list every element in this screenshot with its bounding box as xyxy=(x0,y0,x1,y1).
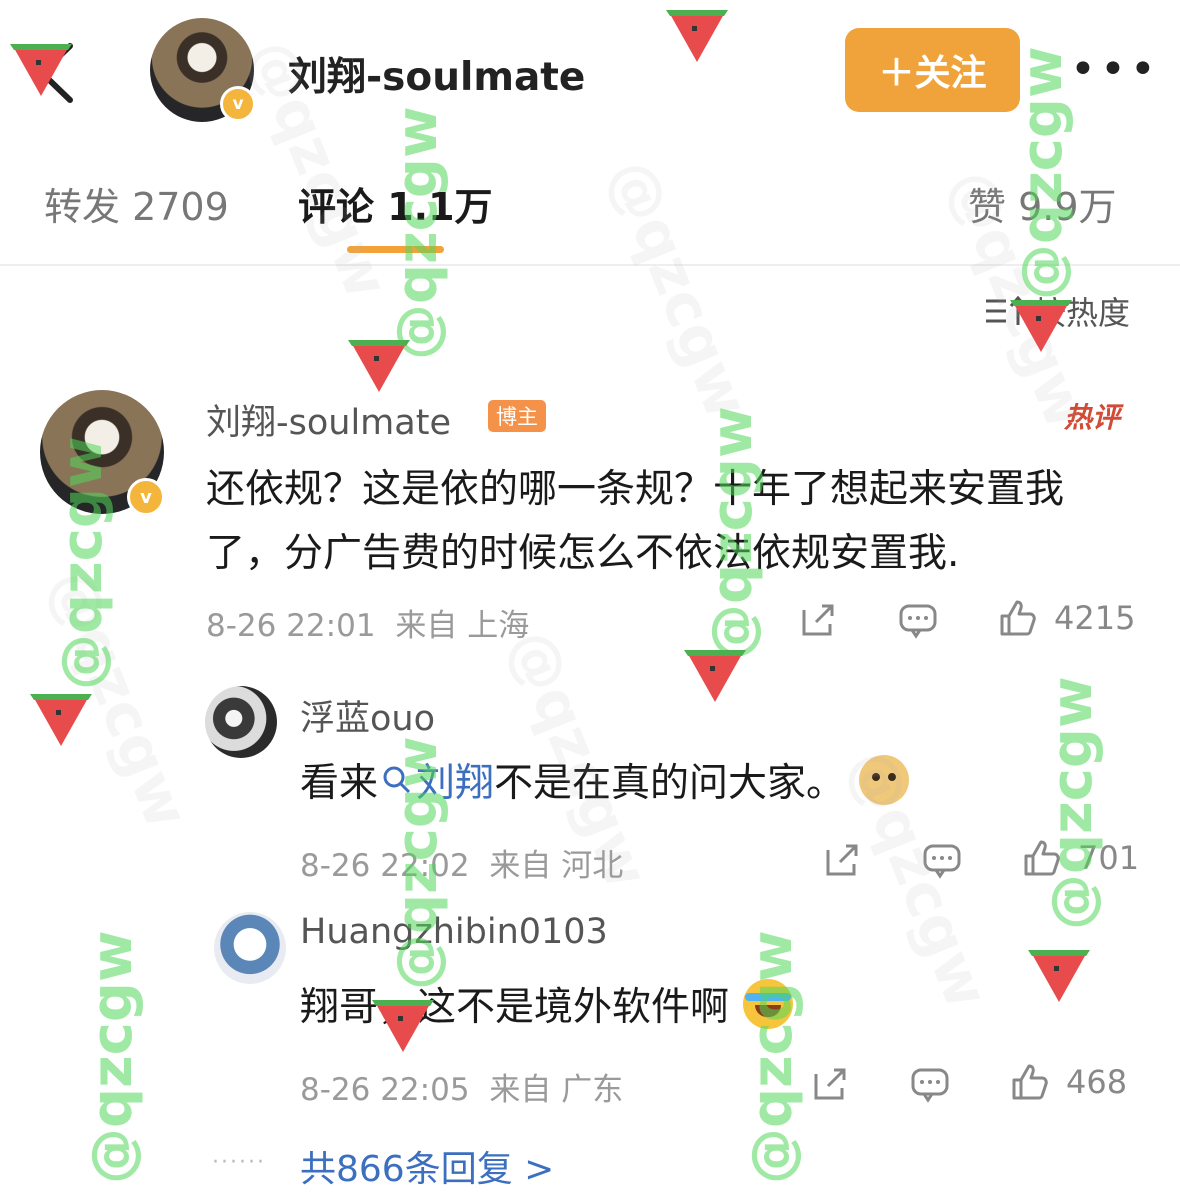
like-count: 4215 xyxy=(1054,599,1136,637)
share-icon xyxy=(826,844,858,876)
comment-icon xyxy=(899,604,937,639)
account-name[interactable]: 刘翔-soulmate xyxy=(288,46,585,102)
like-count: 701 xyxy=(1078,839,1140,877)
watermelon-icon xyxy=(684,650,746,702)
reply-location: 来自 河北 xyxy=(489,848,624,884)
reply-author[interactable]: 浮蓝ouo xyxy=(300,690,435,741)
reply-text: 看来 刘翔 不是在真的问大家。 xyxy=(300,752,910,808)
comment-text: 还依规？这是依的哪一条规？十年了想起来安置我了，分广告费的时候怎么不依法依规安置… xyxy=(206,467,1065,576)
reply-text-start: 看来 xyxy=(300,761,379,806)
watermark-text: @qzcgw xyxy=(595,150,762,429)
watermark-text: @qzcgw xyxy=(740,930,805,1184)
share-icon xyxy=(802,604,834,636)
share-button[interactable] xyxy=(810,1064,850,1108)
mention-text: 刘翔 xyxy=(416,761,495,806)
comment-author[interactable]: 刘翔-soulmate xyxy=(206,394,451,445)
laughing-crying-emoji-icon xyxy=(743,979,794,1029)
active-tab-indicator xyxy=(347,246,444,253)
follow-button[interactable]: ＋关注 xyxy=(845,28,1020,112)
reply-button[interactable] xyxy=(910,1064,950,1108)
verified-icon: v xyxy=(220,86,256,122)
reply-meta: 8-26 22:02 来自 河北 xyxy=(300,840,623,885)
sort-icon xyxy=(986,295,1027,325)
comment-meta: 8-26 22:01 来自 上海 xyxy=(206,600,529,645)
verified-icon: v xyxy=(127,478,165,516)
chevron-left-icon xyxy=(39,43,73,103)
watermark-text: @qzcgw xyxy=(1040,676,1105,930)
reply-text-body: 翔哥，这不是境外软件啊 xyxy=(300,985,730,1030)
doge-emoji-icon xyxy=(859,755,910,805)
sort-label: 按热度 xyxy=(1034,294,1131,332)
reply-time: 8-26 22:05 xyxy=(300,1072,470,1108)
tab-comments[interactable]: 评论 1.1万 xyxy=(298,176,493,231)
watermelon-icon xyxy=(30,694,92,746)
thumbs-up-icon xyxy=(1000,600,1036,636)
like-count: 468 xyxy=(1066,1063,1128,1101)
like-button[interactable]: 701 xyxy=(1022,838,1139,878)
more-replies-dots: ······ xyxy=(212,1150,266,1175)
comment-icon xyxy=(911,1068,949,1103)
share-button[interactable] xyxy=(822,840,862,884)
hot-comment-badge: 热评 xyxy=(1064,401,1121,434)
reply-button[interactable] xyxy=(922,840,962,884)
more-options-button[interactable]: ••• xyxy=(1070,48,1156,92)
author-badge: 博主 xyxy=(488,400,546,432)
share-icon xyxy=(814,1068,846,1100)
reply-location: 来自 广东 xyxy=(489,1072,624,1108)
watermark-text: @qzcgw xyxy=(35,560,202,839)
reply-avatar[interactable] xyxy=(214,912,286,984)
sort-button[interactable]: 按热度 xyxy=(984,288,1130,334)
watermelon-icon xyxy=(666,10,728,62)
reply-author[interactable]: Huangzhibin0103 xyxy=(300,912,608,952)
divider xyxy=(0,264,1180,266)
watermark-text: @qzcgw xyxy=(80,930,145,1184)
thumbs-up-icon xyxy=(1012,1064,1048,1100)
thumbs-up-icon xyxy=(1024,840,1060,876)
comment-time: 8-26 22:01 xyxy=(206,608,376,644)
back-button[interactable] xyxy=(28,38,88,108)
like-button[interactable]: 4215 xyxy=(998,598,1135,638)
reply-time: 8-26 22:02 xyxy=(300,848,470,884)
mention-link[interactable]: 刘翔 xyxy=(378,752,494,808)
reply-meta: 8-26 22:05 来自 广东 xyxy=(300,1064,623,1109)
watermark-text: @qzcgw xyxy=(385,106,450,360)
like-button[interactable]: 468 xyxy=(1010,1062,1127,1102)
tab-likes[interactable]: 赞 9.9万 xyxy=(968,176,1117,231)
reply-text: 翔哥，这不是境外软件啊 xyxy=(300,976,794,1032)
comment-location: 来自 上海 xyxy=(395,608,530,644)
search-icon xyxy=(383,766,411,794)
share-button[interactable] xyxy=(798,600,838,644)
reply-text-end: 不是在真的问大家。 xyxy=(494,761,846,806)
tab-repost[interactable]: 转发 2709 xyxy=(44,176,229,231)
view-all-replies-link[interactable]: 共866条回复 > xyxy=(300,1140,554,1192)
comment-icon xyxy=(923,844,961,879)
reply-avatar[interactable] xyxy=(205,686,277,758)
watermelon-icon xyxy=(348,340,410,392)
watermelon-icon xyxy=(1028,950,1090,1002)
reply-button[interactable] xyxy=(898,600,938,644)
